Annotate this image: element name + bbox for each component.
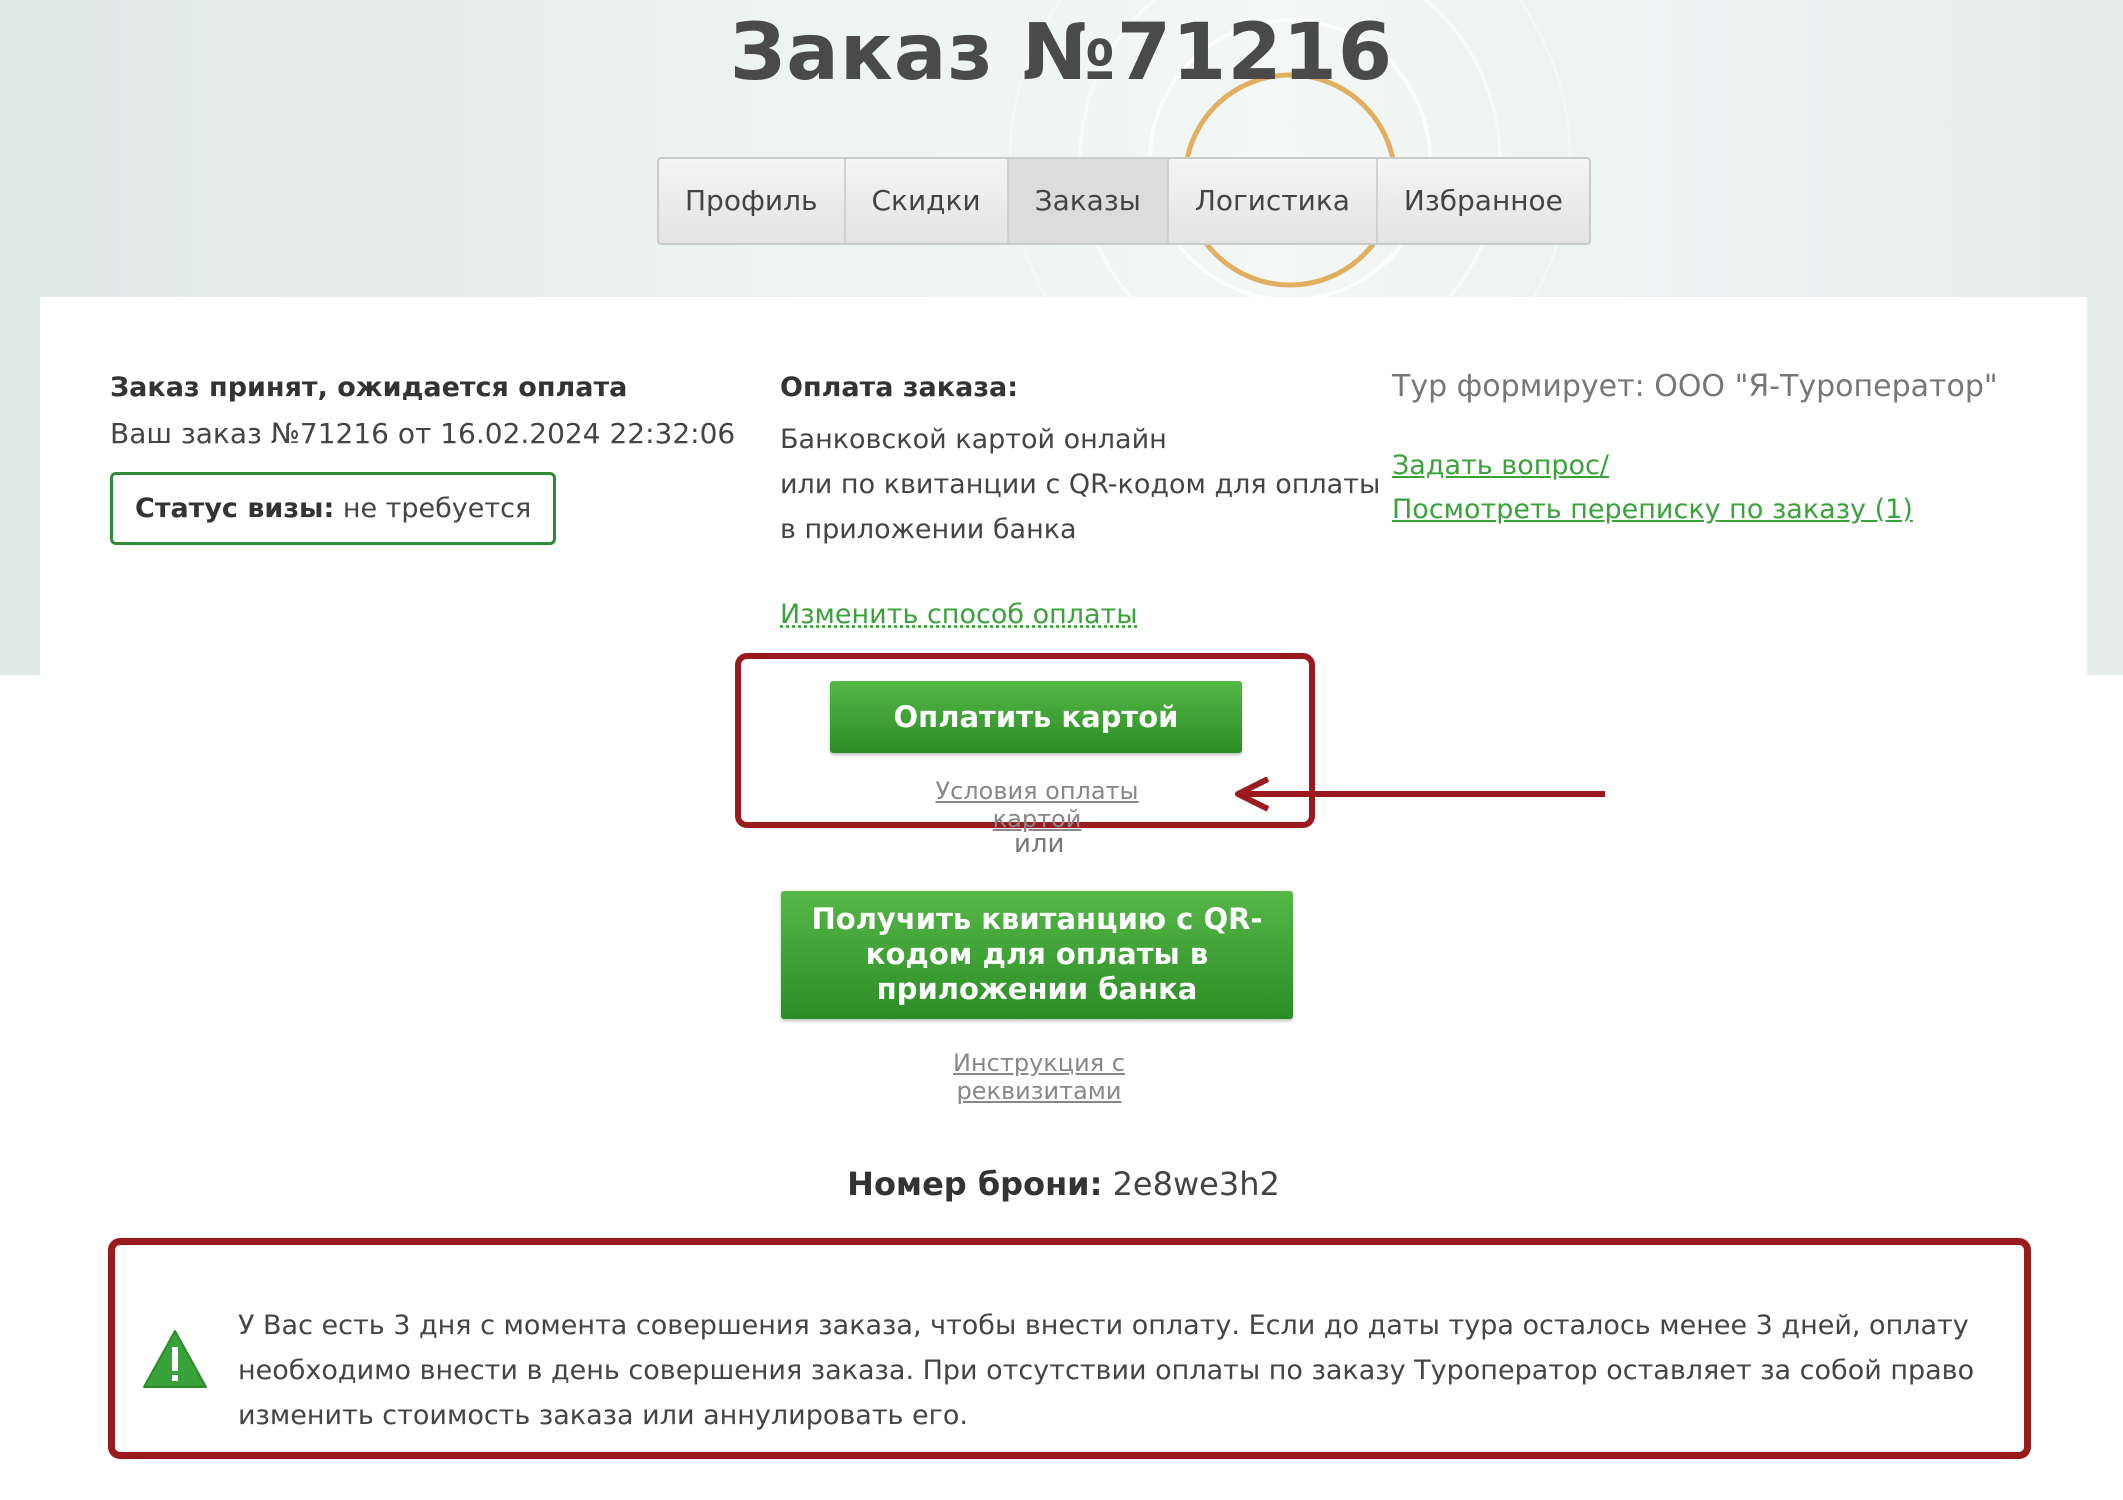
payment-method-line-1: Банковской картой онлайн: [780, 424, 1167, 455]
operator-section: Тур формирует: ООО "Я-Туроператор" Задат…: [1392, 369, 1998, 532]
payment-section: Оплата заказа: Банковской картой онлайн …: [780, 372, 1400, 552]
payment-deadline-notice: У Вас есть 3 дня с момента совершения за…: [108, 1238, 2031, 1459]
booking-number-value: 2e8we3h2: [1102, 1165, 1280, 1203]
order-card: Заказ принят, ожидается оплата Ваш заказ…: [40, 297, 2087, 1500]
change-payment-method-link[interactable]: Изменить способ оплаты: [780, 599, 1138, 630]
page-title: Заказ №71216: [729, 8, 1394, 98]
tab-profile[interactable]: Профиль: [659, 159, 846, 243]
payment-title: Оплата заказа:: [780, 372, 1019, 403]
payment-method-description: Банковской картой онлайн или по квитанци…: [780, 417, 1400, 552]
account-tabs: Профиль Скидки Заказы Логистика Избранно…: [657, 157, 1591, 245]
payment-instructions-link[interactable]: Инструкция с реквизитами: [889, 1049, 1189, 1105]
or-separator: или: [1014, 829, 1065, 859]
tab-logistics[interactable]: Логистика: [1169, 159, 1378, 243]
booking-number: Номер брони: 2e8we3h2: [40, 1165, 2087, 1203]
arrow-left-annotation-icon: [1235, 777, 1605, 812]
notice-text: У Вас есть 3 дня с момента совершения за…: [238, 1310, 1975, 1431]
warning-triangle-icon: [143, 1330, 207, 1388]
tour-operator-text: Тур формирует: ООО "Я-Туроператор": [1392, 369, 1998, 404]
order-status-title: Заказ принят, ожидается оплата: [110, 372, 628, 403]
visa-status-badge: Статус визы: не требуется: [110, 472, 557, 545]
order-number-date: Ваш заказ №71216 от 16.02.2024 22:32:06: [110, 417, 736, 450]
order-status-section: Заказ принят, ожидается оплата Ваш заказ…: [110, 372, 735, 545]
operator-links: Задать вопрос/ Посмотреть переписку по з…: [1392, 444, 1998, 532]
ask-question-link[interactable]: Задать вопрос/: [1392, 444, 1998, 488]
tab-discounts[interactable]: Скидки: [846, 159, 1009, 243]
visa-status-label: Статус визы:: [135, 493, 335, 524]
pay-card-online-button[interactable]: Оплатить картой онлайн: [830, 681, 1242, 806]
card-payment-conditions-link[interactable]: Условия оплаты картой: [909, 777, 1165, 833]
get-qr-receipt-button[interactable]: Получить квитанцию с QR-кодом для оплаты…: [781, 891, 1293, 1019]
tab-orders[interactable]: Заказы: [1008, 159, 1169, 243]
booking-number-label: Номер брони:: [847, 1165, 1103, 1203]
payment-method-line-2: или по квитанции с QR-кодом для оплаты в…: [780, 469, 1381, 545]
view-messages-link[interactable]: Посмотреть переписку по заказу (1): [1392, 488, 1998, 532]
tab-favorites[interactable]: Избранное: [1378, 159, 1589, 243]
visa-status-value: не требуется: [334, 493, 532, 524]
